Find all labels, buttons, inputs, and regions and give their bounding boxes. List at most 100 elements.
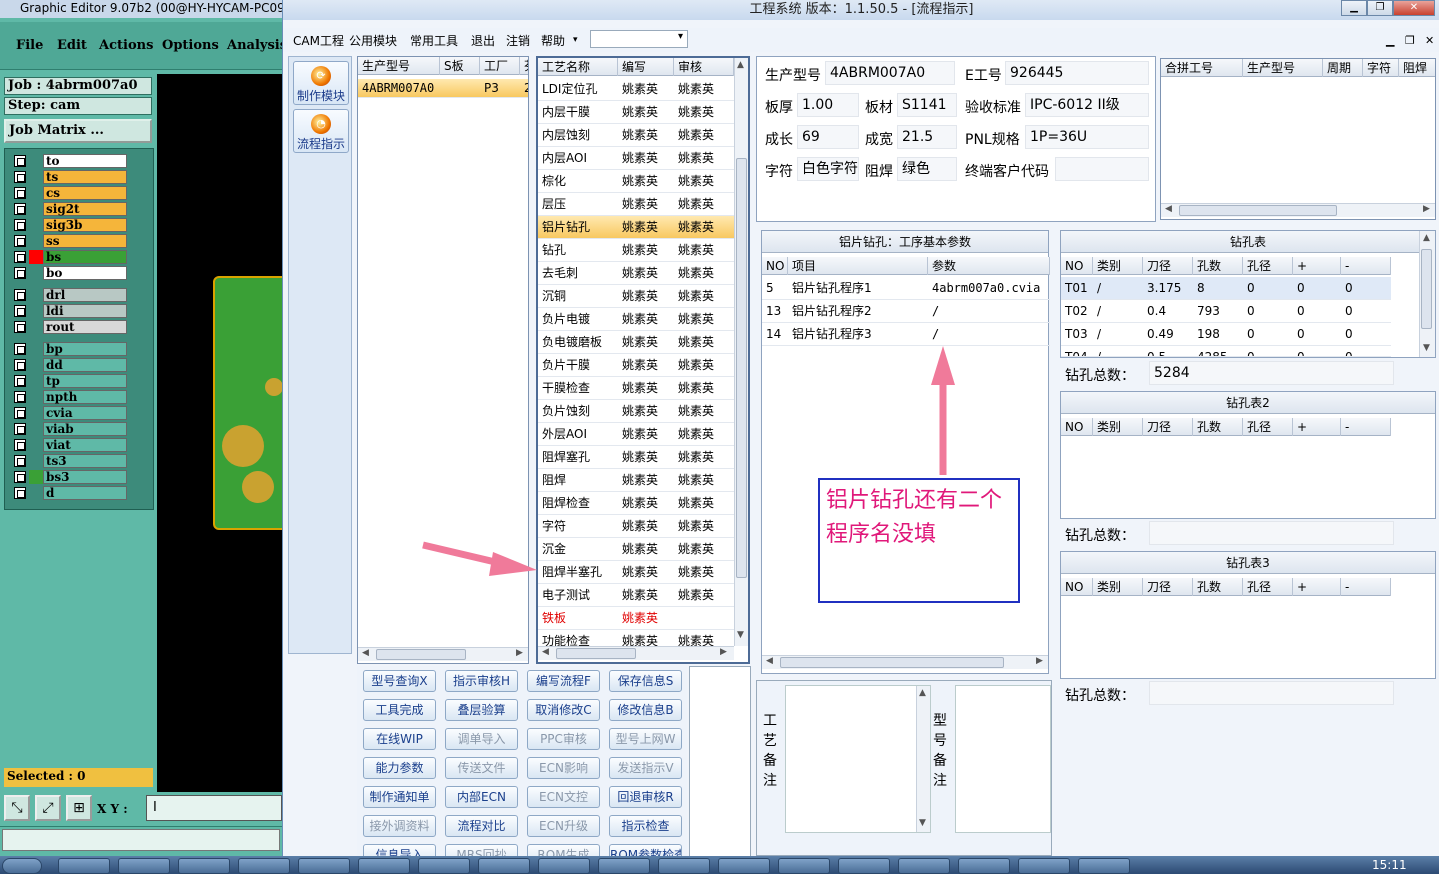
table-row[interactable]: 字符 姚素英 姚素英 [538, 515, 734, 538]
taskbar-app-18[interactable] [1078, 858, 1130, 874]
menu-combo-select[interactable] [590, 30, 688, 48]
table-row[interactable]: T02 / 0.4 793 0 0 0 [1061, 300, 1391, 323]
action-button[interactable]: 调单导入 [445, 728, 518, 750]
table-row[interactable]: 14 铝片钻孔程序3 / [762, 323, 1050, 346]
drill-col-header[interactable]: NO [1061, 578, 1093, 596]
action-button[interactable]: 接外调资料 [363, 815, 436, 837]
action-button[interactable]: 型号上网W [609, 728, 682, 750]
table-row[interactable]: 铁板 姚素英 [538, 607, 734, 630]
material-field[interactable]: S1141 [897, 93, 957, 117]
table-row[interactable]: 阻焊塞孔 姚素英 姚素英 [538, 446, 734, 469]
action-button[interactable]: 发送指示V [609, 757, 682, 779]
col-model[interactable]: 生产型号 [358, 57, 440, 75]
action-button[interactable]: 编写流程F [527, 670, 600, 692]
drill-col-header[interactable]: 类别 [1093, 418, 1143, 436]
drill-table-vscroll[interactable]: ▲ ▼ [1419, 231, 1435, 357]
layer-row[interactable]: bo [8, 266, 128, 280]
col-char[interactable]: 字符 [1363, 59, 1399, 77]
action-button[interactable]: 指示审核H [445, 670, 518, 692]
layer-checkbox[interactable] [14, 487, 26, 499]
table-row[interactable]: 外层AOI 姚素英 姚素英 [538, 423, 734, 446]
col-s-board[interactable]: S板 [440, 57, 480, 75]
table-row[interactable]: 负电镀磨板 姚素英 姚素英 [538, 331, 734, 354]
thickness-field[interactable]: 1.00 [797, 93, 859, 117]
col-combine-model[interactable]: 生产型号 [1243, 59, 1323, 77]
table-row[interactable]: T04 / 0.5 4285 0 0 0 [1061, 346, 1391, 357]
drill-col-header[interactable]: 孔径 [1243, 257, 1293, 275]
layer-row[interactable]: viat [8, 438, 128, 452]
layer-name[interactable]: drl [43, 288, 127, 302]
layer-row[interactable]: cvia [8, 406, 128, 420]
action-button[interactable]: 保存信息S [609, 670, 682, 692]
col-factory[interactable]: 工厂 [480, 57, 520, 75]
layer-checkbox[interactable] [14, 219, 26, 231]
close-icon[interactable]: ✕ [1393, 0, 1435, 16]
action-button[interactable]: ECN升级 [527, 815, 600, 837]
taskbar-app-11[interactable] [658, 858, 710, 874]
mask-field[interactable]: 绿色 [897, 157, 957, 181]
layer-row[interactable]: to [8, 154, 128, 168]
drill-col-header[interactable]: NO [1061, 418, 1093, 436]
action-button[interactable]: ECN文控 [527, 786, 600, 808]
drill-col-header[interactable]: NO [1061, 257, 1093, 275]
layer-row[interactable]: cs [8, 186, 128, 200]
layer-name[interactable]: sig3b [43, 218, 127, 232]
layer-name[interactable]: ts [43, 170, 127, 184]
table-row[interactable]: 内层干膜 姚素英 姚素英 [538, 101, 734, 124]
nav-flow-indication[interactable]: ◔ 流程指示 [293, 109, 349, 153]
length-field[interactable]: 69 [797, 125, 859, 149]
table-row[interactable]: 阻焊半塞孔 姚素英 姚素英 [538, 561, 734, 584]
layer-checkbox[interactable] [14, 471, 26, 483]
process-grid-vscroll[interactable]: ▲ ▼ [734, 58, 748, 646]
taskbar-app-12[interactable] [718, 858, 770, 874]
layer-checkbox[interactable] [14, 375, 26, 387]
menu-common-module[interactable]: 公用模块 [349, 32, 397, 49]
table-row[interactable]: 干膜检查 姚素英 姚素英 [538, 377, 734, 400]
layer-row[interactable]: dd [8, 358, 128, 372]
table-row[interactable]: 棕化 姚素英 姚素英 [538, 170, 734, 193]
process-grid-hscroll[interactable]: ◀ ▶ [538, 646, 734, 660]
drill-col-header[interactable]: 类别 [1093, 578, 1143, 596]
layer-checkbox[interactable] [14, 155, 26, 167]
minimize-icon[interactable]: ▁ [1341, 0, 1367, 16]
layer-checkbox[interactable] [14, 289, 26, 301]
layer-row[interactable]: sig2t [8, 202, 128, 216]
action-button[interactable]: 能力参数 [363, 757, 436, 779]
menu-actions[interactable]: Actions [99, 38, 153, 53]
layer-name[interactable]: dd [43, 358, 127, 372]
maximize-icon[interactable]: ❐ [1367, 0, 1393, 16]
layer-row[interactable]: bp [8, 342, 128, 356]
help-dropdown-icon[interactable]: ▾ [573, 35, 578, 45]
drill-col-header[interactable]: 孔数 [1193, 257, 1243, 275]
layer-checkbox[interactable] [14, 439, 26, 451]
col-extra[interactable]: 芬 [520, 57, 528, 75]
layer-name[interactable]: cvia [43, 406, 127, 420]
measure-tool-icon[interactable]: ⤢ [35, 795, 61, 821]
layer-name[interactable]: ldi [43, 304, 127, 318]
drill-col-header[interactable]: - [1341, 257, 1391, 275]
table-row[interactable]: 4ABRM007A0 P3 2 [358, 79, 528, 98]
action-button[interactable]: ECN影响 [527, 757, 600, 779]
action-button[interactable]: 制作通知单 [363, 786, 436, 808]
pnl-field[interactable]: 1P=36U [1025, 125, 1149, 149]
table-row[interactable]: 钻孔 姚素英 姚素英 [538, 239, 734, 262]
menu-options[interactable]: Options [162, 38, 219, 53]
layer-name[interactable]: cs [43, 186, 127, 200]
layer-row[interactable]: d [8, 486, 128, 500]
layer-name[interactable]: to [43, 154, 127, 168]
col-item[interactable]: 项目 [788, 257, 928, 275]
drill-col-header[interactable]: + [1293, 257, 1341, 275]
table-row[interactable]: 负片蚀刻 姚素英 姚素英 [538, 400, 734, 423]
layer-checkbox[interactable] [14, 171, 26, 183]
layer-checkbox[interactable] [14, 423, 26, 435]
layer-row[interactable]: bs [8, 250, 128, 264]
col-combine-no[interactable]: 合拼工号 [1161, 59, 1243, 77]
table-row[interactable]: 层压 姚素英 姚素英 [538, 193, 734, 216]
combine-grid-hscroll[interactable]: ◀ ▶ [1161, 203, 1435, 217]
taskbar-app-10[interactable] [598, 858, 650, 874]
taskbar-app-9[interactable] [538, 858, 590, 874]
layer-name[interactable]: sig2t [43, 202, 127, 216]
layer-checkbox[interactable] [14, 187, 26, 199]
action-button[interactable]: 型号查询X [363, 670, 436, 692]
menu-edit[interactable]: Edit [57, 38, 87, 53]
